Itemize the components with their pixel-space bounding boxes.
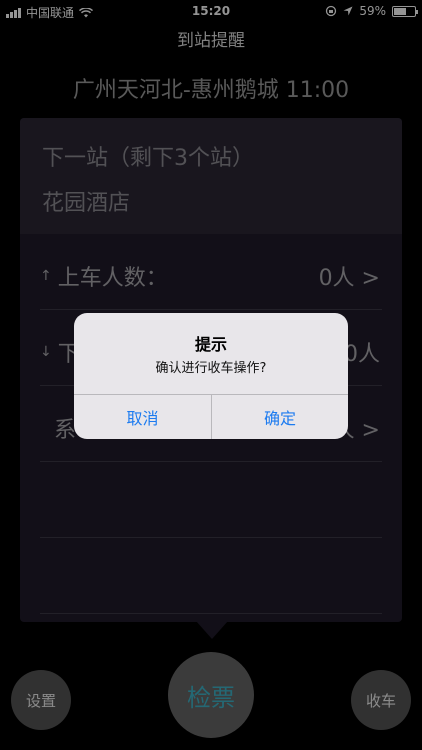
dialog-message: 确认进行收车操作? xyxy=(155,361,267,376)
confirm-button[interactable]: 确定 xyxy=(211,395,348,439)
confirm-dialog: 提示 确认进行收车操作? 取消 确定 xyxy=(74,313,348,439)
dialog-title: 提示 xyxy=(194,335,227,354)
cancel-button[interactable]: 取消 xyxy=(74,395,211,439)
